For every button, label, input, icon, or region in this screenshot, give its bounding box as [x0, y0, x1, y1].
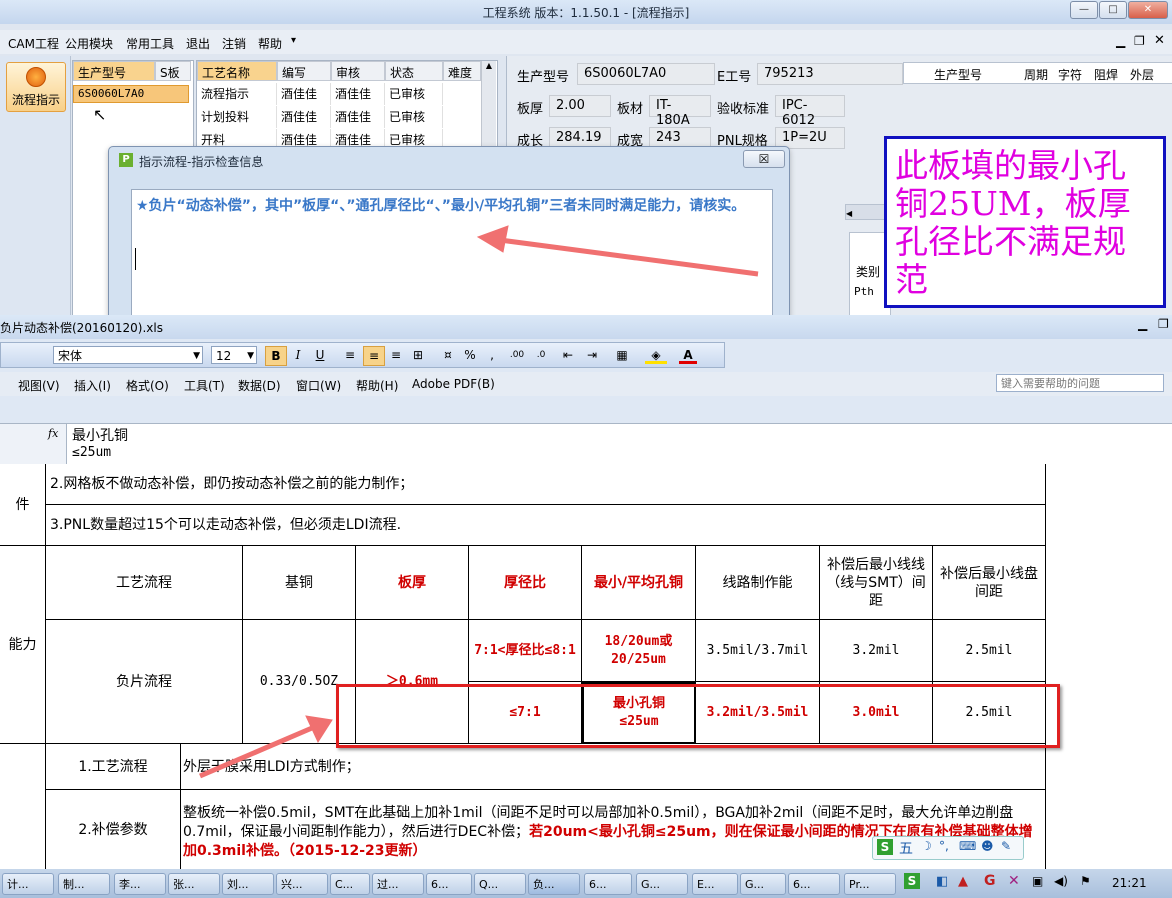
taskbar-item[interactable]: Pr... [844, 873, 896, 895]
taskbar-item[interactable]: Q... [474, 873, 526, 895]
taskbar-item[interactable]: 6... [788, 873, 840, 895]
arrow-to-dialog [476, 225, 759, 277]
taskbar-item[interactable]: G... [636, 873, 688, 895]
taskbar-item[interactable]: 制... [58, 873, 110, 895]
taskbar-item[interactable]: 6... [584, 873, 632, 895]
tray-volume-icon[interactable]: ◀) [1054, 874, 1068, 888]
ime-logo-icon[interactable]: S [877, 839, 893, 855]
taskbar-item[interactable]: 6... [426, 873, 472, 895]
tray-g-icon[interactable]: G [984, 873, 996, 889]
taskbar-item[interactable]: 过... [372, 873, 424, 895]
ime-mode-icon[interactable]: 五 [899, 838, 913, 858]
arrow-to-table [199, 715, 333, 779]
tray-flag-icon[interactable]: ⚑ [1080, 874, 1091, 888]
ime-user-icon[interactable]: ☻ [981, 839, 994, 853]
tray-red-icon[interactable]: ▲ [958, 874, 968, 889]
taskbar: 计... 制... 李... 张... 刘... 兴... C... 过... … [0, 869, 1172, 898]
taskbar-item-active[interactable]: 负... [528, 873, 580, 895]
tray-ime-icon[interactable]: S [904, 873, 920, 889]
taskbar-item[interactable]: 刘... [222, 873, 274, 895]
annotation-arrows [199, 225, 759, 779]
ime-moon-icon[interactable]: ☽ [921, 839, 932, 853]
taskbar-item[interactable]: E... [692, 873, 738, 895]
taskbar-clock: 21:21 [1112, 876, 1147, 890]
ime-toolbar[interactable]: S 五 ☽ °, ⌨ ☻ ✎ [872, 836, 1024, 860]
taskbar-item[interactable]: G... [740, 873, 786, 895]
taskbar-item[interactable]: 张... [168, 873, 220, 895]
tray-x-icon[interactable]: ✕ [1008, 873, 1020, 889]
tray-network-icon[interactable]: ▣ [1032, 874, 1043, 888]
ime-keyboard-icon[interactable]: ⌨ [959, 839, 976, 853]
taskbar-item[interactable]: C... [330, 873, 370, 895]
taskbar-item[interactable]: 李... [114, 873, 166, 895]
ime-settings-icon[interactable]: ✎ [1001, 839, 1011, 853]
tray-app-icon[interactable]: ◧ [936, 874, 948, 889]
ime-punct-icon[interactable]: °, [939, 839, 949, 853]
taskbar-item[interactable]: 计... [2, 873, 54, 895]
taskbar-item[interactable]: 兴... [276, 873, 328, 895]
